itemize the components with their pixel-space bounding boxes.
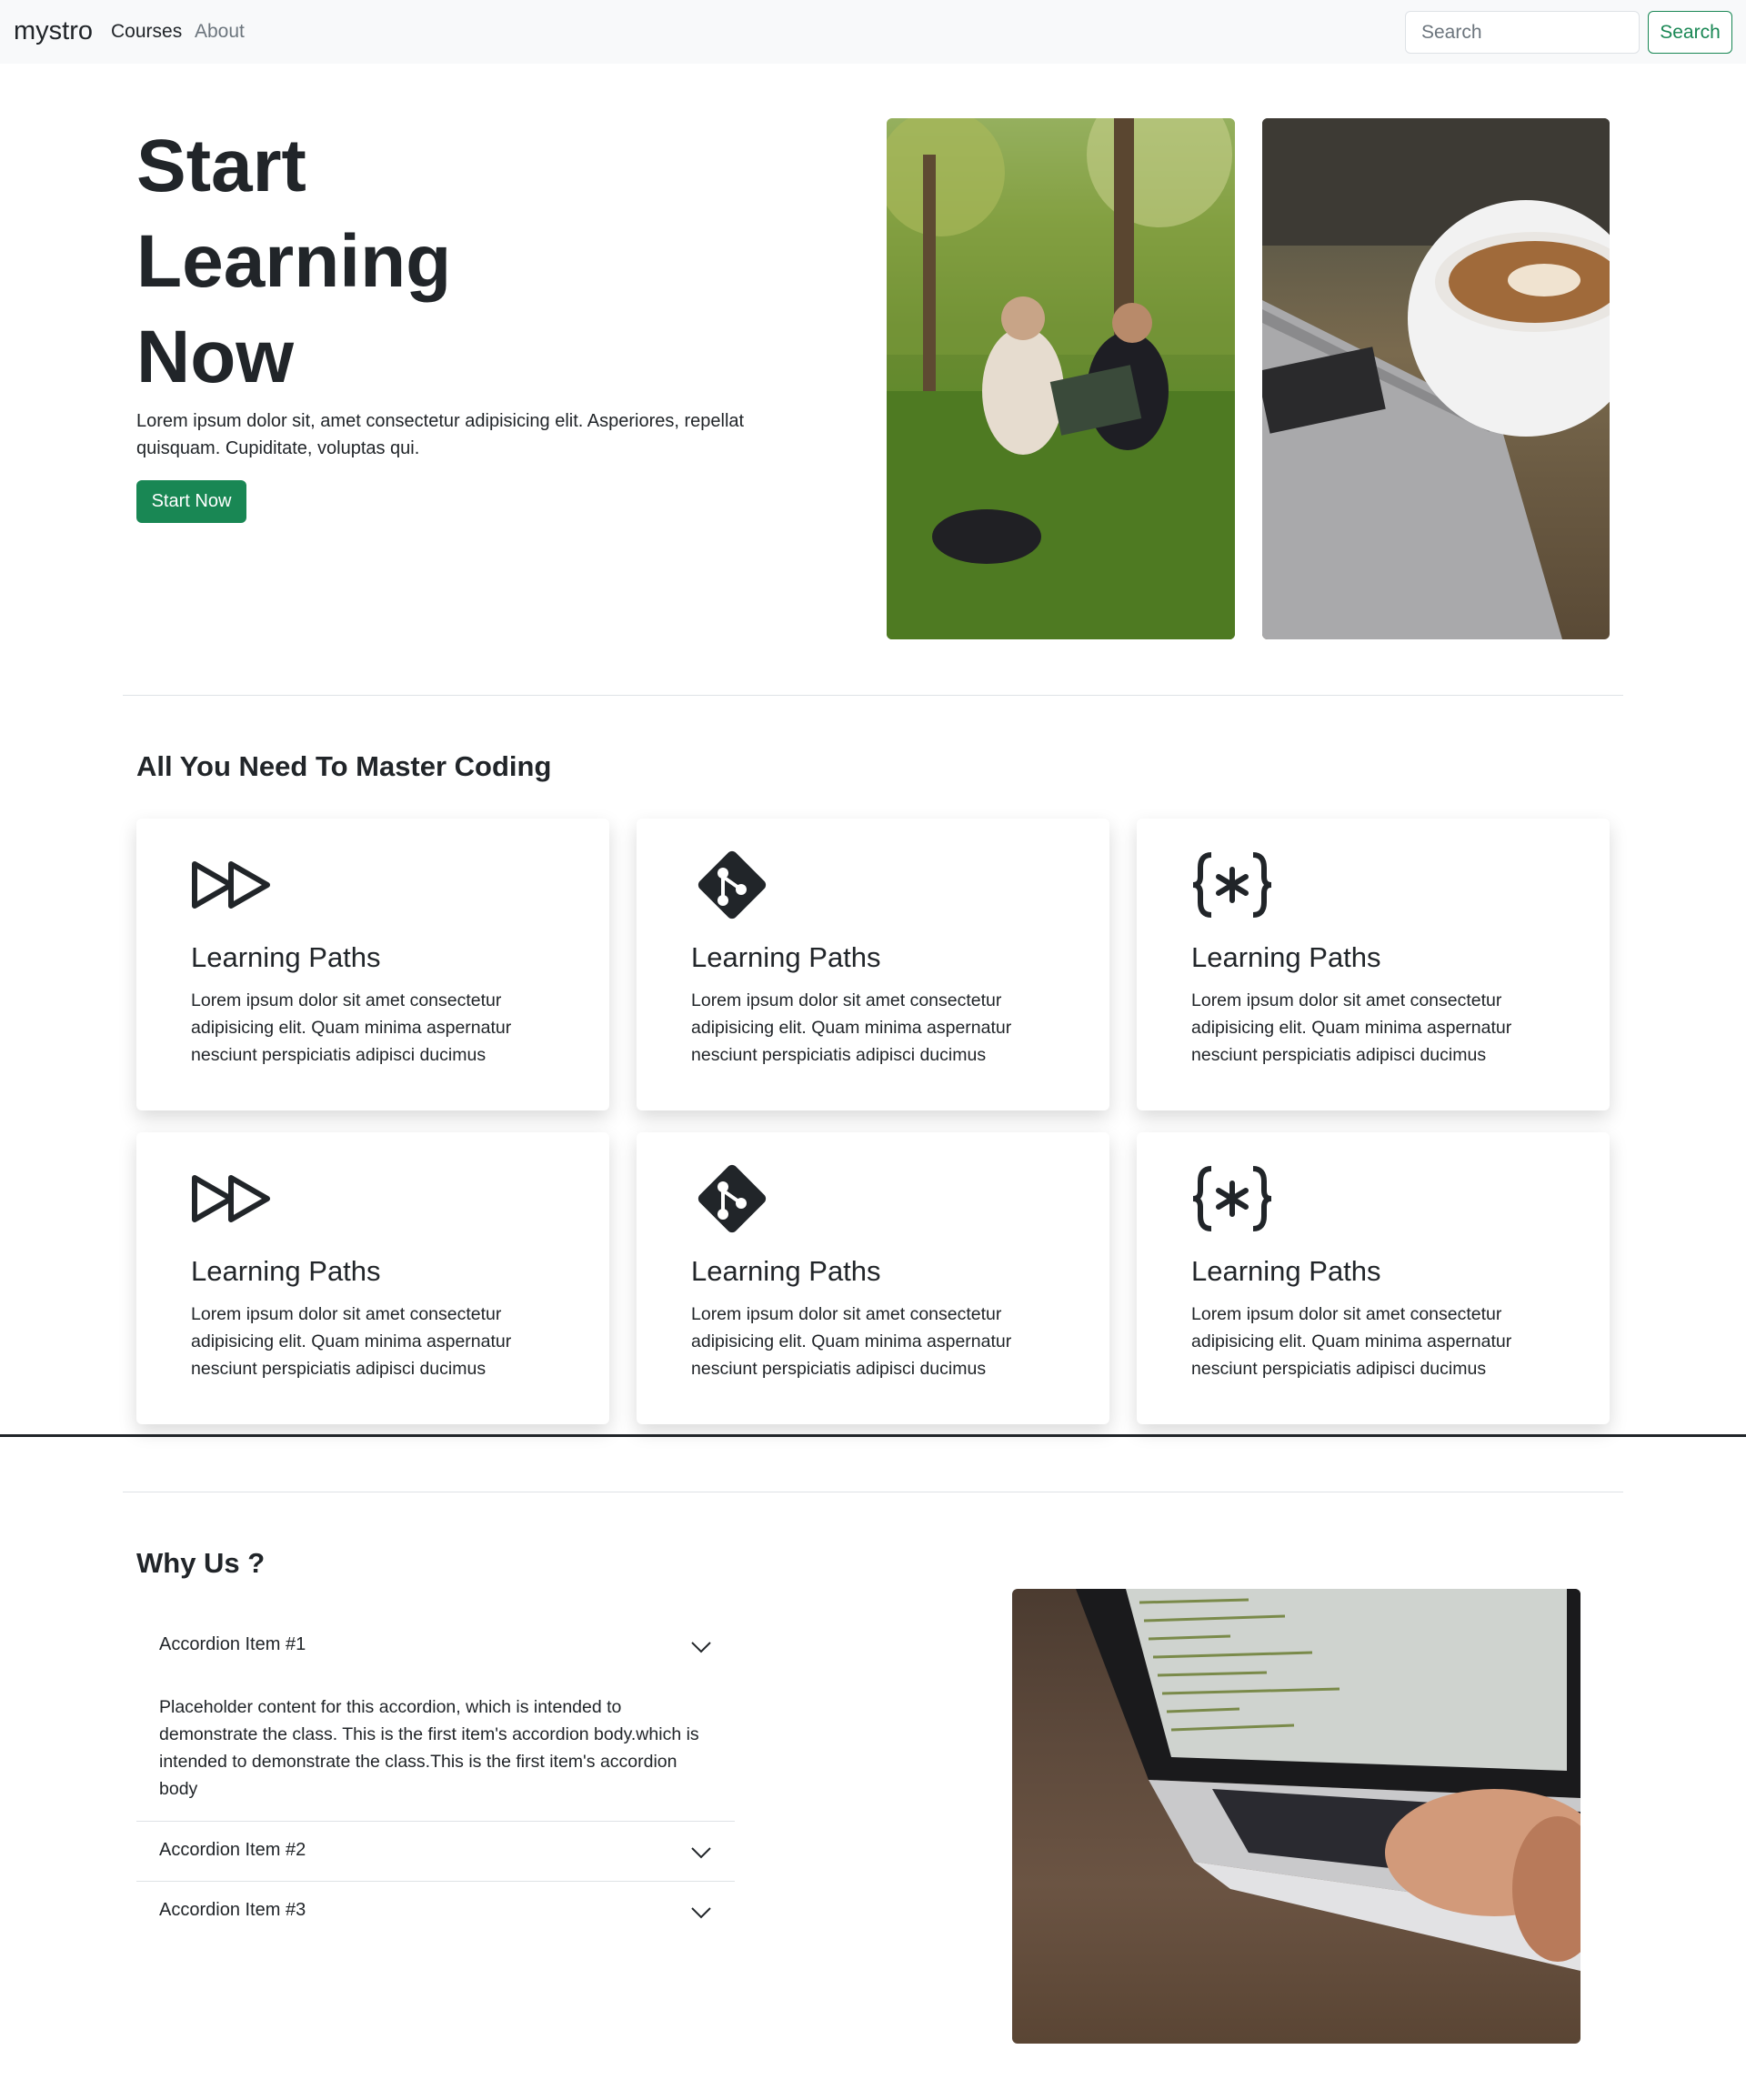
chevron-down-icon [691, 1847, 711, 1859]
feature-card: Learning Paths Lorem ipsum dolor sit ame… [1137, 819, 1610, 1110]
search-input[interactable] [1405, 11, 1640, 54]
hero-text: Lorem ipsum dolor sit, amet consectetur … [136, 411, 745, 458]
git-icon [691, 844, 773, 926]
accordion-label: Accordion Item #2 [159, 1840, 306, 1860]
hero-title-line: Learning [136, 220, 452, 303]
hero-title: Start Learning Now [136, 118, 451, 405]
hero-title-line: Start [136, 125, 306, 207]
students-park-illustration [887, 118, 1235, 639]
accordion-item-2[interactable]: Accordion Item #2 [136, 1822, 735, 1882]
accordion-item-1[interactable]: Accordion Item #1 [136, 1616, 735, 1676]
card-text: Lorem ipsum dolor sit amet consectetur a… [1191, 1304, 1512, 1379]
coding-laptop-photo [1012, 1589, 1580, 2044]
card-text: Lorem ipsum dolor sit amet consectetur a… [691, 1304, 1012, 1379]
card-title: Learning Paths [691, 941, 881, 973]
chevron-down-icon [691, 1907, 711, 1919]
brand-logo[interactable]: mystro [14, 16, 93, 46]
accordion-label: Accordion Item #1 [159, 1634, 306, 1654]
accordion-header[interactable]: Accordion Item #3 [136, 1882, 735, 1942]
coffee-laptop-photo [1262, 118, 1610, 639]
accordion-label: Accordion Item #3 [159, 1900, 306, 1920]
features-title: All You Need To Master Coding [136, 750, 552, 782]
navbar: mystro Courses About Search [0, 0, 1746, 64]
fast-forward-icon [191, 844, 273, 926]
coffee-laptop-illustration [1262, 118, 1610, 639]
nav-link-courses[interactable]: Courses [111, 21, 182, 43]
feature-card: Learning Paths Lorem ipsum dolor sit ame… [136, 819, 609, 1110]
search-button[interactable]: Search [1648, 11, 1732, 54]
accordion-item-3[interactable]: Accordion Item #3 [136, 1882, 735, 1942]
page-break-line [0, 1434, 1746, 1437]
card-text: Lorem ipsum dolor sit amet consectetur a… [191, 1304, 512, 1379]
accordion-body: Placeholder content for this accordion, … [159, 1697, 699, 1799]
start-now-button[interactable]: Start Now [136, 480, 246, 523]
card-text: Lorem ipsum dolor sit amet consectetur a… [191, 990, 512, 1065]
fast-forward-icon [191, 1158, 273, 1240]
code-braces-asterisk-icon [1191, 844, 1273, 926]
card-title: Learning Paths [691, 1255, 881, 1287]
feature-card: Learning Paths Lorem ipsum dolor sit ame… [637, 1132, 1109, 1424]
code-braces-asterisk-icon [1191, 1158, 1273, 1240]
feature-card: Learning Paths Lorem ipsum dolor sit ame… [1137, 1132, 1610, 1424]
hero-title-line: Now [136, 316, 295, 398]
card-title: Learning Paths [191, 1255, 381, 1287]
card-title: Learning Paths [191, 941, 381, 973]
card-text: Lorem ipsum dolor sit amet consectetur a… [691, 990, 1012, 1065]
accordion-header[interactable]: Accordion Item #2 [136, 1822, 735, 1882]
card-title: Learning Paths [1191, 1255, 1381, 1287]
why-us-title: Why Us ? [136, 1547, 266, 1579]
feature-card: Learning Paths Lorem ipsum dolor sit ame… [637, 819, 1109, 1110]
feature-card: Learning Paths Lorem ipsum dolor sit ame… [136, 1132, 609, 1424]
git-icon [691, 1158, 773, 1240]
card-text: Lorem ipsum dolor sit amet consectetur a… [1191, 990, 1512, 1065]
card-title: Learning Paths [1191, 941, 1381, 973]
section-divider [123, 695, 1623, 696]
chevron-down-icon [691, 1642, 711, 1653]
nav-link-about[interactable]: About [195, 21, 245, 43]
coding-laptop-illustration [1076, 1589, 1580, 1971]
accordion-header[interactable]: Accordion Item #1 [136, 1616, 735, 1676]
students-park-photo [887, 118, 1235, 639]
